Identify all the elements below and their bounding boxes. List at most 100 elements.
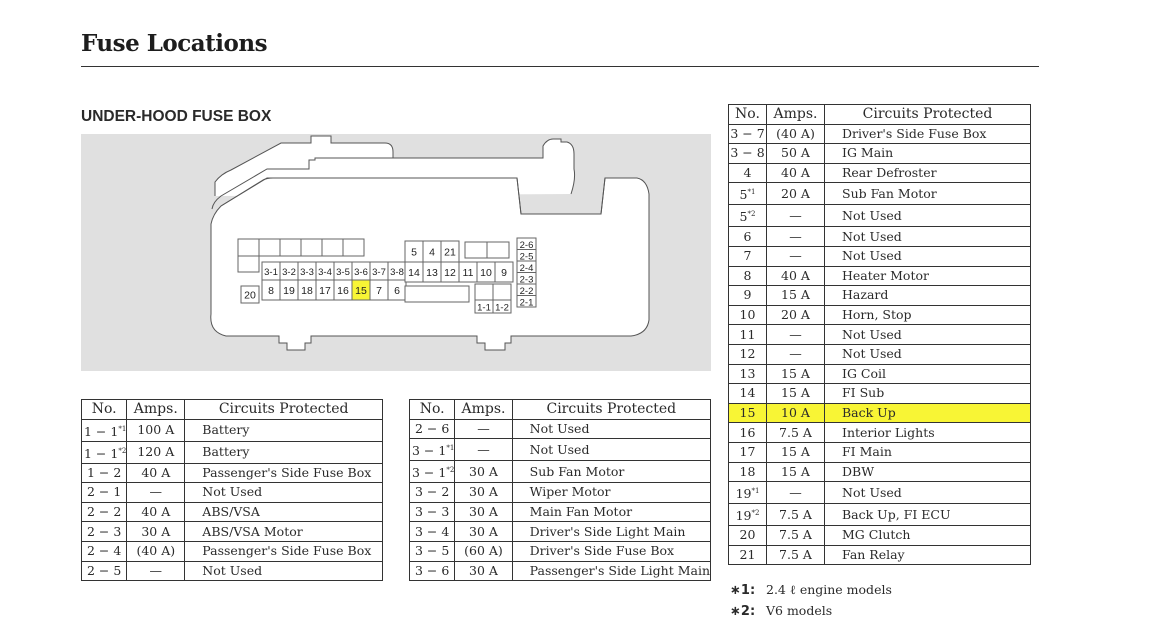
fuse-number: 14 xyxy=(728,383,767,404)
fuse-label: 6 xyxy=(394,285,400,297)
fuse-number-text: 1 − 1 xyxy=(84,423,119,439)
table-row: 8 40 A Heater Motor xyxy=(728,265,1031,287)
circuit-protected: Passenger's Side Fuse Box xyxy=(184,540,383,562)
fuse-number-text: 3 − 8 xyxy=(730,145,765,161)
amps-value: 40 A xyxy=(126,501,186,523)
circuit-protected: Driver's Side Fuse Box xyxy=(511,540,712,562)
table-row: 19*1— Not Used xyxy=(728,481,1031,505)
circuit-protected: Not Used xyxy=(824,245,1031,267)
fuse-number: 1 − 1*1 xyxy=(80,418,128,442)
fuse-label: 3-8 xyxy=(390,267,404,278)
table-row: 6 — Not Used xyxy=(728,226,1031,247)
footnote-1: ∗1: 2.4 ℓ engine models xyxy=(730,580,892,601)
fuse-number-text: 1 − 2 xyxy=(86,464,122,480)
table-row: 4 40 A Rear Defroster xyxy=(728,162,1031,184)
circuit-protected: Driver's Side Fuse Box xyxy=(824,123,1031,145)
amps-value: 40 A xyxy=(766,265,825,287)
table-row: 1 − 1*1 100 A Battery xyxy=(80,418,383,442)
blank-slot xyxy=(321,238,344,257)
fuse-label: 1-2 xyxy=(495,303,509,314)
fuse-number-text: 3 − 4 xyxy=(414,523,450,539)
table-row: 3 − 3 30 A Main Fan Motor xyxy=(408,501,712,523)
table-row: 3 − 2 30 A Wiper Motor xyxy=(408,482,712,503)
circuit-protected: Wiper Motor xyxy=(511,482,712,503)
circuit-protected: ABS/VSA Motor xyxy=(184,521,383,542)
circuit-protected: Heater Motor xyxy=(824,265,1031,287)
title-divider xyxy=(81,66,1039,67)
fuse-number-text: 7 xyxy=(743,248,752,264)
fuse-label: 18 xyxy=(301,285,313,297)
fuse-number-text: 14 xyxy=(739,385,756,401)
table-row: 19*2 7.5 A Back Up, FI ECU xyxy=(728,503,1031,527)
circuit-protected: Interior Lights xyxy=(824,422,1031,443)
column-header-amps: Amps. xyxy=(766,104,825,125)
blank-slot xyxy=(300,238,323,257)
amps-value: 15 A xyxy=(766,363,825,385)
amps-value: 100 A xyxy=(126,418,186,442)
table-row: 2 − 2 40 A ABS/VSA xyxy=(80,501,383,523)
fuse-label: 8 xyxy=(268,285,274,297)
fuse-label: 3-3 xyxy=(300,267,314,278)
footnote-ref: *2 xyxy=(446,466,455,475)
circuit-protected: Driver's Side Light Main xyxy=(511,521,712,542)
fuse-number-text: 3 − 2 xyxy=(414,484,450,500)
table-row: 3 − 8 50 A IG Main xyxy=(728,143,1031,164)
circuit-protected: Battery xyxy=(184,418,383,442)
amps-value: 15 A xyxy=(766,441,825,463)
fuse-label: 9 xyxy=(501,267,507,279)
amps-value: 10 A xyxy=(766,402,825,424)
fuse-number-text: 6 xyxy=(743,228,752,244)
circuit-protected: Battery xyxy=(184,440,383,464)
fuse-label: 4 xyxy=(429,247,435,259)
table-row: 13 15 A IG Coil xyxy=(728,363,1031,385)
fuse-number-text: 19 xyxy=(735,508,752,524)
footnote-ref: *1 xyxy=(751,487,760,496)
fuse-number: 2 − 3 xyxy=(80,521,128,542)
table-row: 1 − 1*2 120 A Battery xyxy=(80,440,383,464)
amps-value: — xyxy=(766,226,825,247)
circuit-protected: Main Fan Motor xyxy=(511,501,712,523)
fuse-table-3: No. Amps. Circuits Protected 3 − 7 (40 A)… xyxy=(728,104,1031,566)
amps-value: 30 A xyxy=(454,560,513,582)
circuit-protected: Not Used xyxy=(511,418,712,440)
amps-value: — xyxy=(766,324,825,345)
circuit-protected: Rear Defroster xyxy=(824,162,1031,184)
fuse-label: 3-1 xyxy=(264,267,278,278)
blank-slot xyxy=(474,283,494,301)
table-row: 2 − 6— Not Used xyxy=(408,418,712,440)
fuse-number-text: 21 xyxy=(739,546,756,562)
amps-value: 30 A xyxy=(454,460,513,484)
fuse-label: 2-1 xyxy=(520,297,534,308)
fuse-number: 20 xyxy=(728,525,767,546)
table-row: 18 15 A DBW xyxy=(728,461,1031,483)
fuse-label: 3-6 xyxy=(354,267,368,278)
fuse-number: 3 − 1*2 xyxy=(408,460,456,484)
column-header-no: No. xyxy=(728,104,767,125)
table-row: 2 − 5— Not Used xyxy=(80,560,383,582)
fuse-label: 14 xyxy=(408,267,420,279)
fuse-number-text: 20 xyxy=(739,527,756,543)
circuit-protected: Not Used xyxy=(184,560,383,582)
fuse-number: 4 xyxy=(728,162,767,184)
fuse-table-1: No. Amps. Circuits Protected 1 − 1*1 100 … xyxy=(80,399,383,582)
amps-value: 40 A xyxy=(766,162,825,184)
amps-value: 15 A xyxy=(766,383,825,404)
fuse-number: 1 − 1*2 xyxy=(80,440,128,464)
circuit-protected: Fan Relay xyxy=(824,544,1031,566)
footnote-ref: *2 xyxy=(747,210,756,219)
fuse-number: 3 − 2 xyxy=(408,482,456,503)
circuit-protected: IG Main xyxy=(824,143,1031,164)
amps-value: 120 A xyxy=(126,440,186,464)
footnote-ref: *2 xyxy=(118,446,127,455)
table-row: 3 − 5 (60 A) Driver's Side Fuse Box xyxy=(408,540,712,562)
column-header-circuits: Circuits Protected xyxy=(511,399,712,420)
table-row: 3 − 4 30 A Driver's Side Light Main xyxy=(408,521,712,542)
fuse-number: 2 − 4 xyxy=(80,540,128,562)
amps-value: — xyxy=(126,560,186,582)
table-row: 16 7.5 A Interior Lights xyxy=(728,422,1031,443)
fuse-number: 3 − 4 xyxy=(408,521,456,542)
fuse-number: 5*2 xyxy=(728,204,767,228)
table-row: 3 − 7 (40 A) Driver's Side Fuse Box xyxy=(728,123,1031,145)
circuit-protected: Horn, Stop xyxy=(824,304,1031,326)
table-row: 2 − 4 (40 A) Passenger's Side Fuse Box xyxy=(80,540,383,562)
